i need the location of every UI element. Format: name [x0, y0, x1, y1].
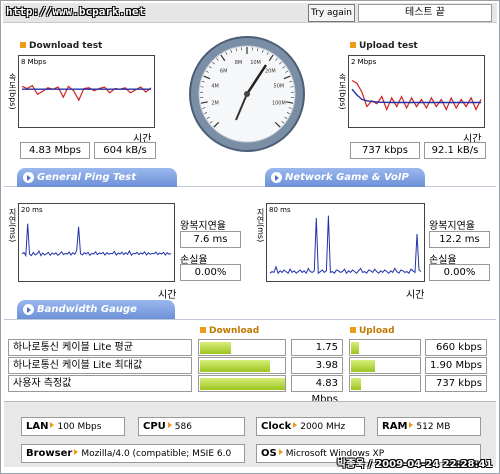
arrow-right-icon: [23, 304, 34, 315]
cpu-label: CPU: [143, 421, 166, 432]
speedometer-tick-label: 4M: [211, 83, 219, 89]
download-gauge-fill: [200, 342, 231, 354]
download-gauge-value: 4.83 Mbps: [291, 375, 343, 405]
ram-value: 512 MB: [416, 422, 451, 432]
browser-label: Browser: [26, 448, 73, 459]
speedometer-tick-label: 50M: [274, 83, 285, 89]
ping-ylabel: 지연(ms): [8, 207, 17, 243]
download-speed-kbs: 604 kB/s: [94, 142, 156, 159]
download-column-header: Download: [200, 326, 259, 336]
upload-gauge-value: 737 kbps: [425, 375, 487, 392]
divider: [4, 319, 496, 320]
tab-general-ping-label: General Ping Test: [37, 172, 137, 183]
ping-rtt-value: 7.6 ms: [180, 231, 241, 248]
download-column-label: Download: [209, 326, 260, 336]
ping-latency-line: [21, 223, 172, 258]
upload-graph: 2 Mbps: [348, 55, 485, 128]
upload-gauge-fill: [351, 360, 375, 372]
speedometer-tick-label: 100M: [272, 101, 286, 107]
game-rtt-value: 12.2 ms: [429, 231, 490, 248]
download-title: Download test: [20, 41, 102, 51]
tab-bandwidth-gauge[interactable]: Bandwidth Gauge: [17, 300, 175, 319]
upload-ylabel: 속도(bps): [338, 72, 347, 110]
upload-gauge-value: 1.90 Mbps: [425, 357, 487, 374]
os-label: OS: [261, 448, 277, 459]
cpu-info: CPU 586: [138, 417, 245, 436]
upload-gauge-value: 660 kbps: [425, 339, 487, 356]
upload-gauge: [349, 339, 421, 356]
speedometer: 2M 4M 6M 8M 10M 20M 50M 100M: [189, 36, 305, 152]
download-speed-mbps: 4.83 Mbps: [20, 142, 90, 159]
tab-game-voip[interactable]: Network Game & VoIP Test: [265, 168, 425, 202]
download-gauge-value: 3.98 Mbps: [291, 357, 343, 387]
download-gauge: [198, 375, 286, 392]
ram-label: RAM: [382, 421, 408, 432]
upload-title-text: Upload test: [359, 41, 418, 51]
game-loss-value: 0.00%: [429, 264, 490, 281]
test-status: 테스트 끝: [358, 4, 492, 22]
ping-graph: 20 ms: [18, 203, 175, 282]
upload-gauge: [349, 375, 421, 392]
speedometer-tick-label: 10M: [250, 60, 261, 66]
upload-measured-line: [351, 79, 482, 112]
download-ylabel: 속도(bps): [8, 72, 17, 110]
download-gauge: [198, 357, 286, 374]
download-gauge-fill: [200, 378, 285, 390]
upload-column-label: Upload: [359, 326, 395, 336]
speedometer-tick-label: 6M: [220, 69, 228, 75]
upload-gauge-fill: [351, 378, 361, 390]
ping-loss-value: 0.00%: [180, 264, 241, 281]
download-gauge: [198, 339, 286, 356]
lan-value: 100 Mbps: [57, 422, 102, 432]
speedometer-tick-label: 8M: [235, 60, 243, 66]
arrow-right-icon: [271, 172, 282, 183]
game-rtt-label: 왕복지연율: [429, 221, 475, 232]
lan-label: LAN: [26, 421, 49, 432]
bandwidth-row-label: 하나로통신 케이블 Lite 최대값: [8, 357, 192, 374]
download-gauge-fill: [200, 360, 270, 372]
ping-xlabel: 시간: [158, 290, 177, 301]
speedometer-tick-label: 20M: [265, 69, 276, 75]
download-measured-line: [21, 84, 152, 102]
speedometer-hub: [244, 91, 250, 97]
game-ylabel: 지연(ms): [256, 207, 265, 243]
upload-title: Upload test: [350, 41, 418, 51]
lan-info: LAN 100 Mbps: [21, 417, 125, 436]
site-url: http://www.bcpark.net: [6, 5, 146, 18]
arrow-right-icon: [23, 172, 34, 183]
game-chart: [269, 215, 422, 275]
download-gauge-value: 1.75 Mbps: [291, 339, 343, 369]
upload-column-header: Upload: [350, 326, 395, 336]
download-chart: [21, 84, 152, 102]
upload-chart: [351, 79, 482, 112]
clock-value: 2000 MHz: [300, 422, 346, 432]
tab-bandwidth-gauge-label: Bandwidth Gauge: [37, 304, 137, 315]
ping-chart: [21, 223, 172, 258]
ping-rtt-label: 왕복지연율: [180, 221, 226, 232]
download-title-text: Download test: [29, 41, 103, 51]
upload-gauge: [349, 357, 421, 374]
tab-general-ping[interactable]: General Ping Test: [17, 168, 177, 187]
upload-speed-kbps: 737 kbps: [350, 142, 420, 159]
game-xlabel: 시간: [406, 290, 425, 301]
game-graph: 80 ms: [266, 203, 425, 282]
clock-label: Clock: [261, 421, 292, 432]
browser-info: Browser Mozilla/4.0 (compatible; MSIE 6.0: [21, 444, 245, 463]
cpu-value: 586: [174, 422, 192, 432]
ram-info: RAM 512 MB: [377, 417, 481, 436]
speedometer-tick-label: 2M: [211, 101, 219, 107]
footer-stamp: 박종욱 / 2009-04-24 22:28:41: [337, 459, 493, 470]
clock-info: Clock 2000 MHz: [256, 417, 365, 436]
game-latency-line: [269, 215, 422, 275]
browser-value: Mozilla/4.0 (compatible; MSIE 6.0: [81, 449, 232, 459]
upload-speed-kbs: 92.1 kB/s: [424, 142, 486, 159]
bandwidth-row-label: 하나로통신 케이블 Lite 평균: [8, 339, 192, 356]
download-graph: 8 Mbps: [18, 55, 155, 128]
upload-gauge-fill: [351, 342, 359, 354]
try-again-button[interactable]: Try again: [308, 4, 355, 22]
bandwidth-row-label: 사용자 측정값: [8, 375, 192, 392]
